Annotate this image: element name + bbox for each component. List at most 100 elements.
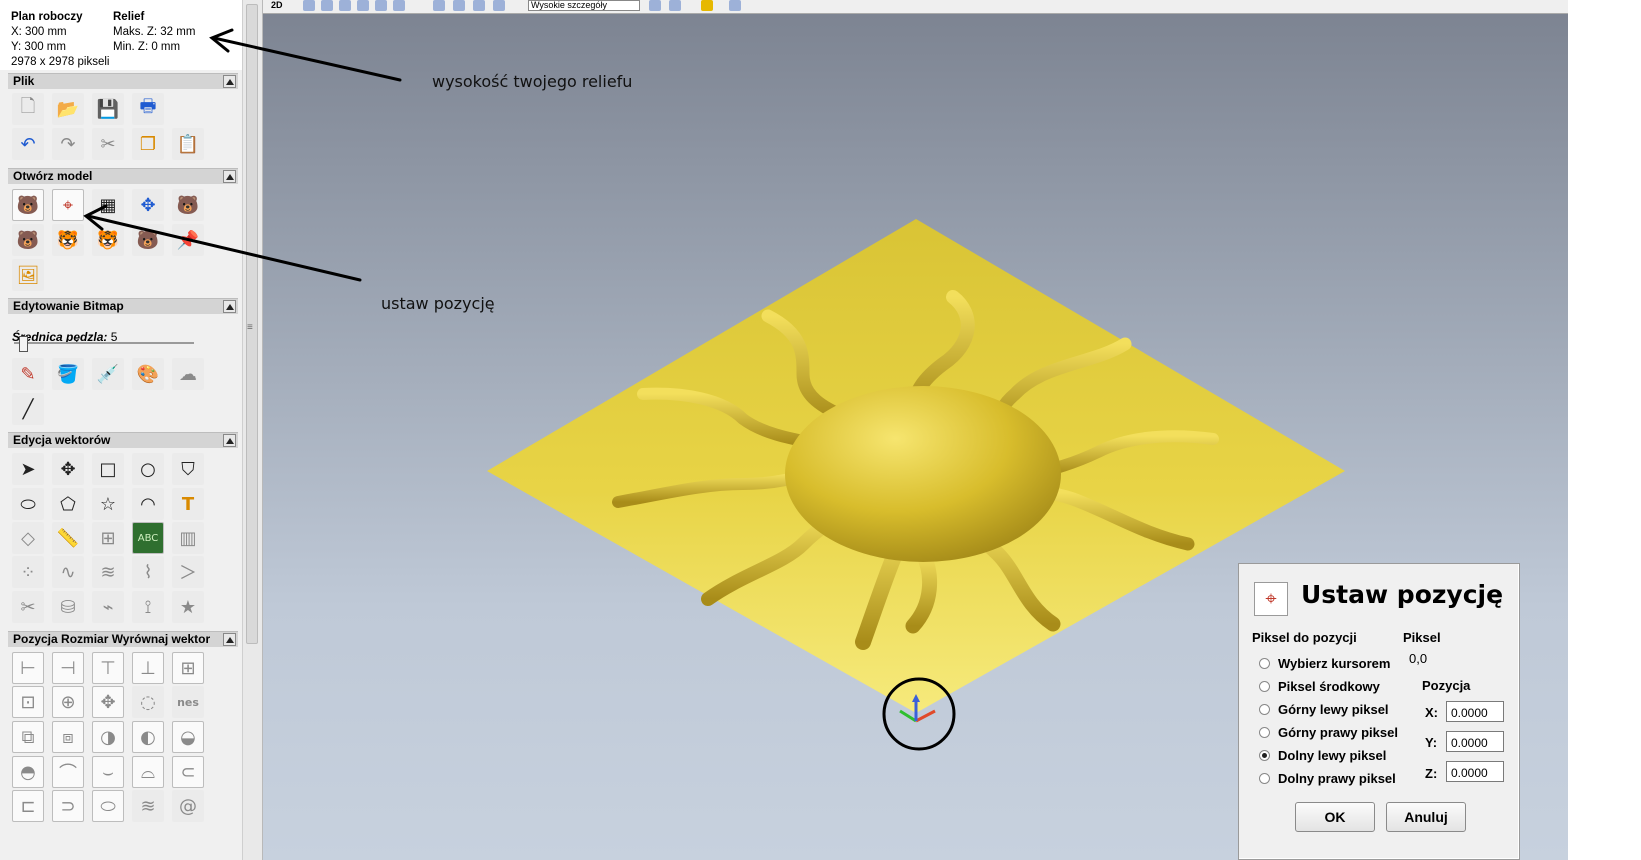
section-open-model-header[interactable]: Otwórz model bbox=[8, 168, 238, 184]
align-right-icon[interactable]: ⊡ bbox=[12, 686, 44, 718]
material-icon[interactable] bbox=[729, 0, 741, 11]
text-icon[interactable]: T bbox=[172, 488, 204, 520]
panel-splitter[interactable]: ≡ bbox=[242, 0, 263, 860]
arrow-line-icon[interactable]: ＞ bbox=[172, 556, 204, 588]
iso-view-icon[interactable] bbox=[433, 0, 445, 11]
axes-icon[interactable] bbox=[669, 0, 681, 11]
option-top-right-pixel[interactable]: Górny prawy piksel bbox=[1259, 725, 1398, 740]
intersect-icon[interactable]: ◓ bbox=[12, 756, 44, 788]
wave-icon[interactable]: ≋ bbox=[92, 556, 124, 588]
texture-icon[interactable]: ≋ bbox=[132, 790, 164, 822]
zoom-fit-icon[interactable] bbox=[375, 0, 387, 11]
checker-icon[interactable]: ▦ bbox=[92, 189, 124, 221]
grey-model-icon[interactable]: 🐻 bbox=[132, 224, 164, 256]
pencil-icon[interactable]: ✎ bbox=[12, 358, 44, 390]
save-icon[interactable]: 💾 bbox=[92, 93, 124, 125]
circle-dots-icon[interactable]: ◌ bbox=[132, 686, 164, 718]
set-position-icon[interactable]: ⌖ bbox=[52, 189, 84, 221]
section-bitmap-header[interactable]: Edytowanie Bitmap bbox=[8, 298, 238, 314]
radio-bottom-left-pixel[interactable] bbox=[1259, 750, 1270, 761]
radio-center-pixel[interactable] bbox=[1259, 681, 1270, 692]
tiger-rotate-icon[interactable]: 🐯 bbox=[92, 224, 124, 256]
zoom-out-icon[interactable] bbox=[357, 0, 369, 11]
brush-slider-thumb[interactable] bbox=[19, 336, 29, 352]
tweak-icon[interactable]: ⌁ bbox=[92, 591, 124, 623]
view-mode-2d-button[interactable]: 2D bbox=[271, 0, 283, 10]
collapse-bitmap-button[interactable] bbox=[223, 300, 236, 313]
light-icon[interactable] bbox=[701, 0, 713, 11]
merge-icon[interactable]: ◐ bbox=[132, 721, 164, 753]
chamfer-icon[interactable]: ⌓ bbox=[132, 756, 164, 788]
align-center-h-icon[interactable]: ⊣ bbox=[52, 652, 84, 684]
arc-icon[interactable]: ◠ bbox=[132, 488, 164, 520]
palette-icon[interactable]: 🎨 bbox=[132, 358, 164, 390]
radio-top-right-pixel[interactable] bbox=[1259, 727, 1270, 738]
copy-icon[interactable]: ❐ bbox=[132, 128, 164, 160]
rectangle-icon[interactable]: □ bbox=[92, 453, 124, 485]
section-file-header[interactable]: Plik bbox=[8, 73, 238, 89]
polyline-icon[interactable]: ⛉ bbox=[172, 453, 204, 485]
ungroup-icon[interactable]: ⧈ bbox=[52, 721, 84, 753]
polygon-icon[interactable]: ⬠ bbox=[52, 488, 84, 520]
undo-icon[interactable]: ↶ bbox=[12, 128, 44, 160]
option-select-with-cursor[interactable]: Wybierz kursorem bbox=[1259, 656, 1390, 671]
open-model-icon[interactable]: 🐻 bbox=[12, 189, 44, 221]
z-position-input[interactable] bbox=[1446, 761, 1504, 782]
section-position-header[interactable]: Pozycja Rozmiar Wyrównaj wektor bbox=[8, 631, 238, 647]
fillet-icon[interactable]: ⌣ bbox=[92, 756, 124, 788]
front-view-icon[interactable] bbox=[473, 0, 485, 11]
center-move-icon[interactable]: ✥ bbox=[92, 686, 124, 718]
scissors-icon[interactable]: ✂ bbox=[12, 591, 44, 623]
star-icon[interactable]: ☆ bbox=[92, 488, 124, 520]
align-bottom-icon[interactable]: ⊥ bbox=[132, 652, 164, 684]
extend-icon[interactable]: ⊃ bbox=[52, 790, 84, 822]
shade-icon[interactable] bbox=[649, 0, 661, 11]
open-folder-icon[interactable]: 📂 bbox=[52, 93, 84, 125]
radio-select-with-cursor[interactable] bbox=[1259, 658, 1270, 669]
align-left-icon[interactable]: ⊢ bbox=[12, 652, 44, 684]
close-icon[interactable]: ⊂ bbox=[172, 756, 204, 788]
bezier-icon[interactable]: ⌇ bbox=[132, 556, 164, 588]
side-view-icon[interactable] bbox=[493, 0, 505, 11]
weld-icon[interactable]: ◑ bbox=[92, 721, 124, 753]
option-bottom-right-pixel[interactable]: Dolny prawy piksel bbox=[1259, 771, 1396, 786]
divide-icon[interactable]: ⟟ bbox=[132, 591, 164, 623]
top-view-icon[interactable] bbox=[453, 0, 465, 11]
offset-icon[interactable]: ◇ bbox=[12, 522, 44, 554]
cloud-icon[interactable]: ☁ bbox=[172, 358, 204, 390]
measure-icon[interactable]: 📏 bbox=[52, 522, 84, 554]
collapse-vector-button[interactable] bbox=[223, 434, 236, 447]
cylinder-icon[interactable]: ⛁ bbox=[52, 591, 84, 623]
tiger-model-icon[interactable]: 🐯 bbox=[52, 224, 84, 256]
transform-icon[interactable]: ✥ bbox=[52, 453, 84, 485]
collapse-open-model-button[interactable] bbox=[223, 170, 236, 183]
mona-lisa-icon[interactable]: 🖼 bbox=[12, 259, 44, 291]
dropper-icon[interactable]: 💉 bbox=[92, 358, 124, 390]
pin-icon[interactable]: 📌 bbox=[172, 224, 204, 256]
collapse-position-button[interactable] bbox=[223, 633, 236, 646]
y-position-input[interactable] bbox=[1446, 731, 1504, 752]
option-bottom-left-pixel[interactable]: Dolny lewy piksel bbox=[1259, 748, 1386, 763]
paste-icon[interactable]: 📋 bbox=[172, 128, 204, 160]
ellipse-icon[interactable]: ⬭ bbox=[12, 488, 44, 520]
radio-bottom-right-pixel[interactable] bbox=[1259, 773, 1270, 784]
collapse-file-button[interactable] bbox=[223, 75, 236, 88]
ok-button[interactable]: OK bbox=[1295, 802, 1375, 832]
option-center-pixel[interactable]: Piksel środkowy bbox=[1259, 679, 1380, 694]
trim-icon[interactable]: ⊏ bbox=[12, 790, 44, 822]
option-top-left-pixel[interactable]: Górny lewy piksel bbox=[1259, 702, 1389, 717]
zoom-all-icon[interactable] bbox=[303, 0, 315, 11]
join-icon[interactable]: ⌒ bbox=[52, 756, 84, 788]
section-vector-header[interactable]: Edycja wektorów bbox=[8, 432, 238, 448]
fill-icon[interactable]: 🪣 bbox=[52, 358, 84, 390]
radio-top-left-pixel[interactable] bbox=[1259, 704, 1270, 715]
zoom-in-icon[interactable] bbox=[339, 0, 351, 11]
align-top-icon[interactable]: ⊤ bbox=[92, 652, 124, 684]
select-arrow-icon[interactable]: ➤ bbox=[12, 453, 44, 485]
pan-icon[interactable] bbox=[321, 0, 333, 11]
mesh-icon[interactable]: ▥ bbox=[172, 522, 204, 554]
curve-icon[interactable]: ∿ bbox=[52, 556, 84, 588]
export-icon[interactable]: 🖶 bbox=[132, 93, 164, 125]
group-icon[interactable]: ⧉ bbox=[12, 721, 44, 753]
cancel-button[interactable]: Anuluj bbox=[1386, 802, 1466, 832]
